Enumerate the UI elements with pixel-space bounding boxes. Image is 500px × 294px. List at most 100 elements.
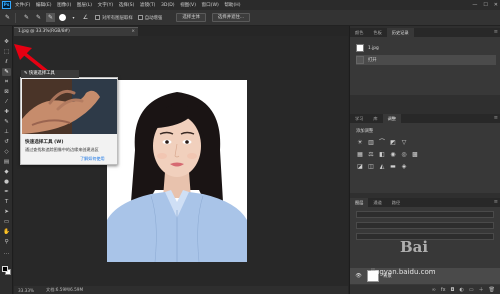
more-tools-icon[interactable]: ⋯: [2, 250, 11, 258]
tab-channels[interactable]: 通道: [368, 198, 386, 207]
blur-tool-icon[interactable]: ◆: [2, 168, 11, 176]
learn-how-link[interactable]: 了解如何使用: [80, 156, 105, 162]
link-layers-icon[interactable]: ∞: [432, 287, 436, 293]
options-bar: ✎ ✎ ✎ ✎ ▾ ∠ 对所有图层取样 自动增强 选择主体 选择并遮住...: [0, 10, 500, 26]
path-selection-tool-icon[interactable]: ➤: [2, 208, 11, 216]
menu-select[interactable]: 选择(S): [119, 2, 135, 8]
sample-all-layers-checkbox[interactable]: [95, 15, 100, 20]
panel-menu-icon[interactable]: ≡: [494, 114, 498, 123]
hand-demo-picture: [22, 79, 117, 134]
color-lookup-icon[interactable]: ▩: [411, 151, 419, 158]
history-panel-tabs: 颜色 色板 历史记录 ≡: [350, 28, 500, 37]
dodge-tool-icon[interactable]: ●: [2, 178, 11, 186]
panel-menu-icon[interactable]: ≡: [494, 28, 498, 37]
layer-filter-bar[interactable]: [356, 211, 494, 218]
folder-icon[interactable]: ▭: [469, 287, 474, 293]
close-icon[interactable]: ×: [131, 28, 135, 36]
add-adjustment-label: 添加调整: [356, 129, 374, 134]
quick-selection-tooltip: ✎ 快速选择工具 快速选择工具 (W) 通过查找和追踪图像中的边缘来创建选区 了…: [20, 70, 118, 165]
zoom-tool-icon[interactable]: ⚲: [2, 238, 11, 246]
menu-3d[interactable]: 3D(D): [161, 3, 175, 8]
close-button[interactable]: ✕: [494, 2, 498, 8]
pen-tool-icon[interactable]: ✒: [2, 188, 11, 196]
zoom-level[interactable]: 33.33%: [18, 288, 42, 293]
chevron-down-icon[interactable]: ▾: [69, 13, 78, 22]
foreground-color-swatch[interactable]: [2, 266, 8, 272]
portrait-photo[interactable]: [107, 80, 247, 262]
trash-icon[interactable]: 🗑: [489, 287, 495, 293]
quick-selection-preset-icon[interactable]: ✎: [3, 13, 12, 22]
brush-angle-icon[interactable]: ∠: [81, 13, 90, 22]
tooltip-header-label: 快速选择工具: [28, 71, 55, 76]
tab-history[interactable]: 历史记录: [386, 28, 414, 37]
menu-file[interactable]: 文件(F): [15, 2, 30, 8]
levels-icon[interactable]: ▥: [367, 139, 375, 146]
layers-bottom-toolbar: ∞ fx ◘ ◐ ▭ ＋ 🗑: [350, 285, 500, 294]
gradient-tool-icon[interactable]: ▤: [2, 158, 11, 166]
eye-icon[interactable]: 👁: [354, 273, 363, 279]
tab-color[interactable]: 颜色: [350, 28, 368, 37]
vibrance-icon[interactable]: ▽: [400, 139, 408, 146]
history-snapshot[interactable]: 1.jpg: [356, 43, 496, 53]
auto-enhance-checkbox[interactable]: [137, 15, 143, 20]
threshold-icon[interactable]: ◭: [378, 163, 386, 170]
adjustment-icons-row-1: ☀ ▥ ⌒ ◩ ▽: [356, 139, 441, 146]
rectangle-tool-icon[interactable]: ▭: [2, 218, 11, 226]
mask-icon[interactable]: ◘: [451, 287, 455, 293]
blend-mode-select[interactable]: [356, 222, 494, 229]
eyedropper-tool-icon[interactable]: ⁄: [2, 98, 11, 106]
select-subject-button[interactable]: 选择主体: [176, 13, 206, 22]
menu-type[interactable]: 文字(Y): [98, 2, 114, 8]
history-brush-tool-icon[interactable]: ↺: [2, 138, 11, 146]
brush-tool-icon[interactable]: ✎: [2, 118, 11, 126]
document-tab[interactable]: 1.jpg @ 33.3%(RGB/8#) ×: [14, 27, 138, 36]
new-selection-icon[interactable]: ✎: [22, 13, 31, 22]
hand-tool-icon[interactable]: ✋: [2, 228, 11, 236]
maximize-button[interactable]: ☐: [483, 2, 487, 8]
panel-menu-icon[interactable]: ≡: [494, 198, 498, 207]
posterize-icon[interactable]: ◫: [367, 163, 375, 170]
history-step-label: 打开: [368, 58, 377, 63]
menu-edit[interactable]: 编辑(E): [36, 2, 52, 8]
tab-layers[interactable]: 图层: [350, 198, 369, 207]
selective-color-icon[interactable]: ◈: [400, 163, 408, 170]
menu-window[interactable]: 窗口(W): [202, 2, 219, 8]
hue-saturation-icon[interactable]: ▦: [356, 151, 364, 158]
black-white-icon[interactable]: ◧: [378, 151, 386, 158]
channel-mixer-icon[interactable]: ◎: [400, 151, 408, 158]
new-layer-icon[interactable]: ＋: [479, 286, 484, 293]
layers-panel-tabs: 图层 通道 路径 ≡: [350, 198, 500, 207]
curves-icon[interactable]: ⌒: [378, 139, 386, 146]
healing-brush-tool-icon[interactable]: ✚: [2, 108, 11, 116]
clone-stamp-tool-icon[interactable]: ⊥: [2, 128, 11, 136]
menu-layer[interactable]: 图层(L): [77, 2, 92, 8]
menu-image[interactable]: 图像(I): [57, 2, 71, 8]
menu-help[interactable]: 帮助(H): [224, 2, 240, 8]
photoshop-logo: Ps: [2, 1, 11, 9]
tab-learn[interactable]: 学习: [350, 114, 368, 123]
select-and-mask-button[interactable]: 选择并遮住...: [211, 13, 251, 22]
tab-libraries[interactable]: 库: [368, 114, 382, 123]
tab-paths[interactable]: 路径: [387, 198, 405, 207]
new-adjustment-icon[interactable]: ◐: [460, 287, 464, 293]
menu-filter[interactable]: 滤镜(T): [140, 2, 156, 8]
type-tool-icon[interactable]: T: [2, 198, 11, 206]
minimize-button[interactable]: —: [472, 2, 477, 8]
exposure-icon[interactable]: ◩: [389, 139, 397, 146]
brightness-contrast-icon[interactable]: ☀: [356, 139, 364, 146]
tab-swatches[interactable]: 色板: [368, 28, 386, 37]
invert-icon[interactable]: ◪: [356, 163, 364, 170]
fx-icon[interactable]: fx: [441, 287, 446, 293]
subtract-from-selection-icon[interactable]: ✎: [46, 13, 55, 22]
adjustment-icons-row-2: ▦ ⚖ ◧ ◉ ◎ ▩: [356, 151, 441, 158]
photo-filter-icon[interactable]: ◉: [389, 151, 397, 158]
menu-view[interactable]: 视图(V): [180, 2, 196, 8]
brush-size-picker[interactable]: [59, 14, 66, 21]
history-step-open[interactable]: 打开: [356, 55, 496, 65]
color-balance-icon[interactable]: ⚖: [367, 151, 375, 158]
baidu-watermark-text: jingyan.baidu.com: [371, 268, 436, 276]
tab-adjustments[interactable]: 调整: [382, 114, 401, 123]
eraser-tool-icon[interactable]: ◇: [2, 148, 11, 156]
gradient-map-icon[interactable]: ▬: [389, 163, 397, 170]
add-to-selection-icon[interactable]: ✎: [34, 13, 43, 22]
